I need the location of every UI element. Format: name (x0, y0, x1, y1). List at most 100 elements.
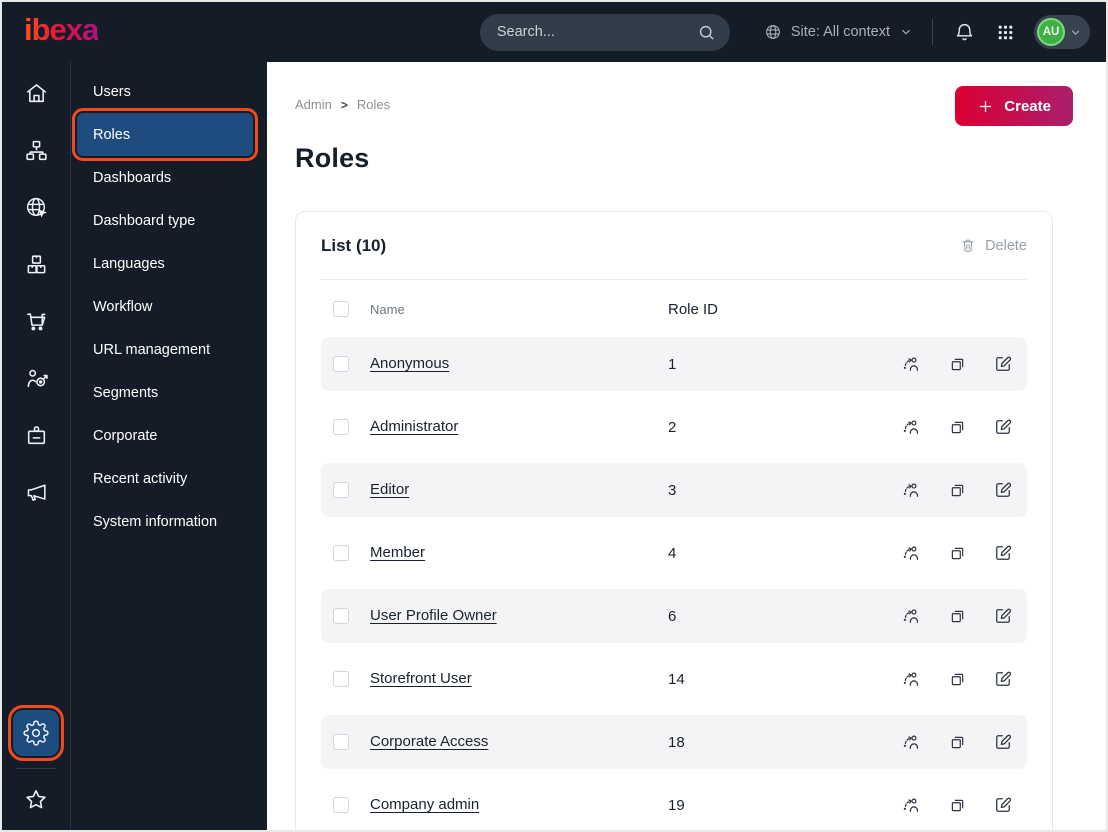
card-divider (321, 279, 1027, 280)
table-row: Storefront User 14 (321, 652, 1027, 706)
breadcrumb-roles[interactable]: Roles (357, 97, 390, 112)
assign-users-button[interactable] (901, 732, 921, 752)
edit-icon (993, 669, 1013, 689)
table-header: Name Role ID (321, 293, 1027, 325)
row-checkbox[interactable] (333, 608, 349, 624)
copy-role-button[interactable] (948, 669, 967, 689)
admin-menu-items: Users Roles Dashboards Dashboard type La… (71, 70, 267, 543)
screenshot-frame: ibexa Search... Site: All context AU Use… (0, 0, 1108, 832)
assign-users-button[interactable] (901, 417, 921, 437)
row-checkbox[interactable] (333, 797, 349, 813)
bookmarks-star-icon[interactable] (2, 778, 70, 822)
copy-icon (948, 796, 967, 815)
notifications-button[interactable] (952, 20, 977, 45)
assign-users-button[interactable] (901, 480, 921, 500)
menu-item-dashboards[interactable]: Dashboards (71, 156, 267, 199)
assign-users-button[interactable] (901, 606, 921, 626)
role-name-link[interactable]: Storefront User (370, 670, 472, 687)
assign-users-button[interactable] (901, 543, 921, 563)
ibexa-logo[interactable]: ibexa (24, 14, 99, 51)
assign-users-button[interactable] (901, 795, 921, 815)
row-checkbox[interactable] (333, 419, 349, 435)
trash-icon (960, 237, 976, 254)
content-tree-icon[interactable] (2, 122, 70, 179)
search-icon (697, 23, 716, 42)
menu-item-label: Dashboards (93, 169, 172, 186)
copy-role-button[interactable] (948, 354, 967, 374)
edit-role-button[interactable] (993, 417, 1013, 437)
assign-users-button[interactable] (901, 354, 921, 374)
menu-item-languages[interactable]: Languages (71, 242, 267, 285)
edit-role-button[interactable] (993, 795, 1013, 815)
edit-role-button[interactable] (993, 669, 1013, 689)
menu-item-users[interactable]: Users (71, 70, 267, 113)
copy-icon (948, 670, 967, 689)
menu-item-dashboard-type[interactable]: Dashboard type (71, 199, 267, 242)
copy-icon (948, 481, 967, 500)
app-switcher-button[interactable] (994, 21, 1017, 44)
delete-button-label: Delete (985, 237, 1027, 254)
role-name-link[interactable]: Corporate Access (370, 733, 488, 750)
row-checkbox[interactable] (333, 734, 349, 750)
copy-role-button[interactable] (948, 732, 967, 752)
menu-item-label: URL management (93, 341, 211, 358)
global-search-input[interactable]: Search... (479, 13, 730, 51)
admin-gear-icon[interactable] (8, 705, 64, 761)
create-button[interactable]: Create (955, 86, 1073, 126)
menu-item-system-information[interactable]: System information (71, 500, 267, 543)
menu-item-segments[interactable]: Segments (71, 371, 267, 414)
menu-item-roles[interactable]: Roles (72, 108, 258, 161)
menu-item-corporate[interactable]: Corporate (71, 414, 267, 457)
menu-item-url-management[interactable]: URL management (71, 328, 267, 371)
edit-role-button[interactable] (993, 354, 1013, 374)
menu-item-workflow[interactable]: Workflow (71, 285, 267, 328)
select-all-checkbox[interactable] (333, 301, 349, 317)
bell-icon (954, 22, 975, 43)
role-name-link[interactable]: Anonymous (370, 355, 449, 372)
copy-role-button[interactable] (948, 417, 967, 437)
rail-bottom-group (2, 705, 70, 830)
edit-role-button[interactable] (993, 606, 1013, 626)
edit-icon (993, 606, 1013, 626)
table-body: Anonymous 1 Administrator 2 Editor 3 Mem… (321, 337, 1027, 830)
assign-users-button[interactable] (901, 669, 921, 689)
marketing-megaphone-icon[interactable] (2, 464, 70, 521)
copy-role-button[interactable] (948, 606, 967, 626)
row-checkbox[interactable] (333, 482, 349, 498)
commerce-cart-icon[interactable] (2, 293, 70, 350)
user-menu[interactable]: AU (1034, 15, 1090, 49)
copy-icon (948, 355, 967, 374)
edit-icon (993, 354, 1013, 374)
role-name-link[interactable]: Member (370, 544, 425, 561)
site-context-selector[interactable]: Site: All context (764, 23, 913, 41)
list-title: List (10) (321, 235, 387, 255)
role-name-link[interactable]: Company admin (370, 796, 479, 813)
assign-user-icon (901, 732, 921, 752)
menu-item-recent-activity[interactable]: Recent activity (71, 457, 267, 500)
edit-role-button[interactable] (993, 480, 1013, 500)
products-boxes-icon[interactable] (2, 236, 70, 293)
home-icon[interactable] (2, 65, 70, 122)
copy-role-button[interactable] (948, 480, 967, 500)
site-globe-icon[interactable] (2, 179, 70, 236)
personalization-target-icon[interactable] (2, 350, 70, 407)
table-row: Member 4 (321, 526, 1027, 580)
row-checkbox[interactable] (333, 545, 349, 561)
main-content: Admin > Roles Create Roles List (10) Del… (267, 62, 1106, 830)
copy-role-button[interactable] (948, 795, 967, 815)
role-name-link[interactable]: Editor (370, 481, 409, 498)
role-name-link[interactable]: Administrator (370, 418, 458, 435)
row-checkbox[interactable] (333, 671, 349, 687)
edit-role-button[interactable] (993, 732, 1013, 752)
role-id-value: 2 (668, 418, 677, 436)
role-name-link[interactable]: User Profile Owner (370, 607, 497, 624)
breadcrumb-admin[interactable]: Admin (295, 97, 332, 112)
edit-role-button[interactable] (993, 543, 1013, 563)
table-row: Corporate Access 18 (321, 715, 1027, 769)
corporate-badge-icon[interactable] (2, 407, 70, 464)
assign-user-icon (901, 795, 921, 815)
delete-button[interactable]: Delete (960, 237, 1027, 254)
copy-role-button[interactable] (948, 543, 967, 563)
edit-icon (993, 417, 1013, 437)
row-checkbox[interactable] (333, 356, 349, 372)
